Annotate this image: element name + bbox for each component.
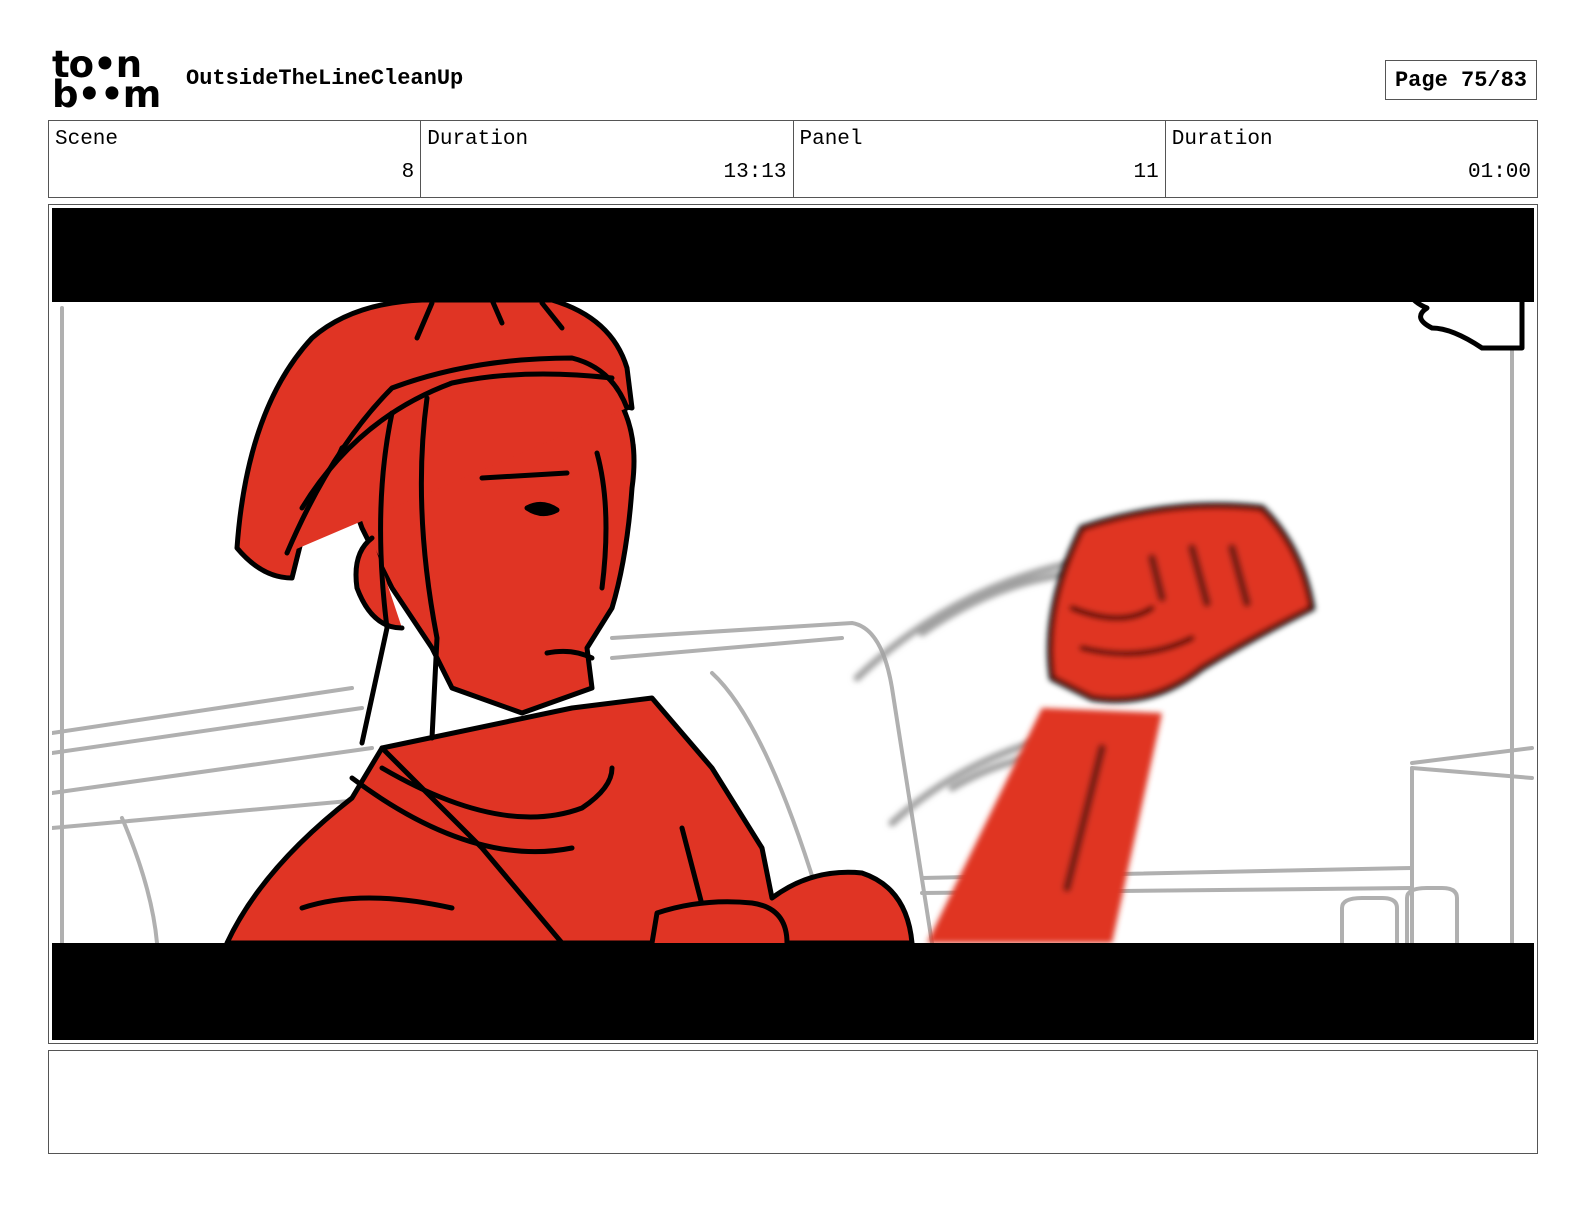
panel-notes-box (48, 1050, 1538, 1154)
page-indicator: Page 75/83 (1385, 60, 1537, 100)
storyboard-panel-image (52, 208, 1534, 1040)
panel-duration-label: Duration (1171, 128, 1273, 151)
scene-duration-cell: Duration 13:13 (421, 121, 794, 197)
toonboom-logo: to•n b••m (52, 46, 164, 116)
letterbox-bottom (52, 943, 1534, 1040)
panel-info-row: Scene 8 Duration 13:13 Panel 11 Duration… (48, 120, 1538, 198)
scene-duration-value: 13:13 (723, 161, 787, 184)
panel-label: Panel (799, 128, 863, 151)
scene-value: 8 (401, 161, 415, 184)
panel-value: 11 (1133, 161, 1159, 184)
panel-cell: Panel 11 (794, 121, 1166, 197)
scene-duration-label: Duration (427, 128, 529, 151)
scene-label: Scene (55, 128, 119, 151)
panel-duration-value: 01:00 (1467, 161, 1531, 184)
letterbox-top (52, 208, 1534, 302)
project-title: OutsideTheLineCleanUp (186, 66, 464, 91)
panel-duration-cell: Duration 01:00 (1166, 121, 1537, 197)
logo-line-2: b••m (52, 73, 161, 116)
page-indicator-text: Page 75/83 (1394, 67, 1528, 93)
scene-cell: Scene 8 (49, 121, 422, 197)
